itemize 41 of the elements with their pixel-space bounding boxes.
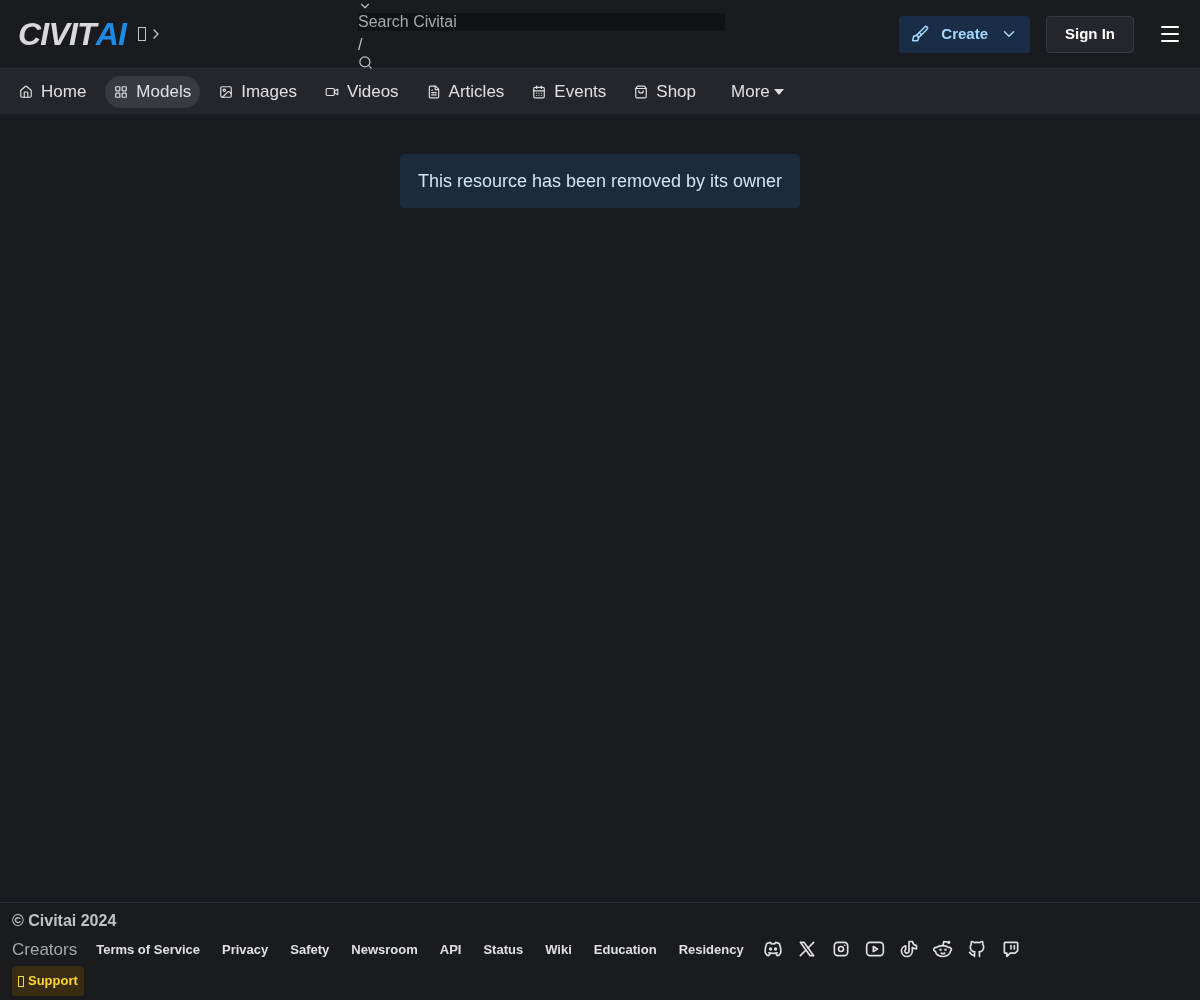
youtube-icon[interactable] xyxy=(864,939,885,960)
copyright-text: © Civitai 2024 xyxy=(12,910,118,931)
nav-tab[interactable]: Images xyxy=(210,75,306,108)
nav-tab[interactable]: Events xyxy=(523,75,616,108)
calendar-icon xyxy=(532,84,547,99)
tiktok-icon[interactable] xyxy=(898,939,919,960)
nav-tab[interactable]: Home xyxy=(10,75,96,108)
shopping-bag-icon xyxy=(634,84,649,99)
footer-link[interactable]: Wiki xyxy=(534,939,583,959)
create-button[interactable]: Create xyxy=(899,15,1030,53)
missing-glyph-icon xyxy=(18,975,24,987)
missing-glyph-icon xyxy=(138,27,147,41)
github-icon[interactable] xyxy=(966,939,987,960)
caret-down-icon xyxy=(773,88,784,95)
nav-tab[interactable]: Articles xyxy=(417,75,514,108)
alert-message: This resource has been removed by its owner xyxy=(399,154,801,208)
footer-link[interactable]: API xyxy=(428,939,473,959)
nav-tab[interactable]: Shop xyxy=(625,75,706,108)
grid-icon xyxy=(114,84,129,99)
nav-tab[interactable]: Videos xyxy=(315,75,408,108)
search-field[interactable]: Search Civitai xyxy=(358,12,725,31)
more-menu[interactable]: More xyxy=(731,78,784,105)
footer-link[interactable]: Terms of Service xyxy=(85,939,211,959)
support-button[interactable]: Support xyxy=(12,966,84,996)
document-icon xyxy=(426,84,441,99)
footer-link[interactable]: Education xyxy=(582,939,668,959)
footer-link[interactable]: Creators xyxy=(12,936,78,962)
brush-icon xyxy=(911,25,930,43)
footer-link[interactable]: Newsroom xyxy=(340,939,429,959)
logo[interactable]: CIVITAI xyxy=(18,18,127,50)
footer-link[interactable]: Residency xyxy=(667,939,755,959)
house-icon xyxy=(19,84,33,99)
reddit-icon[interactable] xyxy=(932,939,953,960)
shortcut-key: / xyxy=(358,34,363,55)
sign-in-button[interactable]: Sign In xyxy=(1046,15,1134,53)
footer-link[interactable]: Status xyxy=(472,939,535,959)
nav-tab[interactable]: Models xyxy=(105,75,201,108)
search-icon[interactable] xyxy=(358,54,373,70)
footer-link[interactable]: Safety xyxy=(279,939,341,959)
image-icon xyxy=(219,84,234,99)
footer-link[interactable]: Privacy xyxy=(211,939,280,959)
